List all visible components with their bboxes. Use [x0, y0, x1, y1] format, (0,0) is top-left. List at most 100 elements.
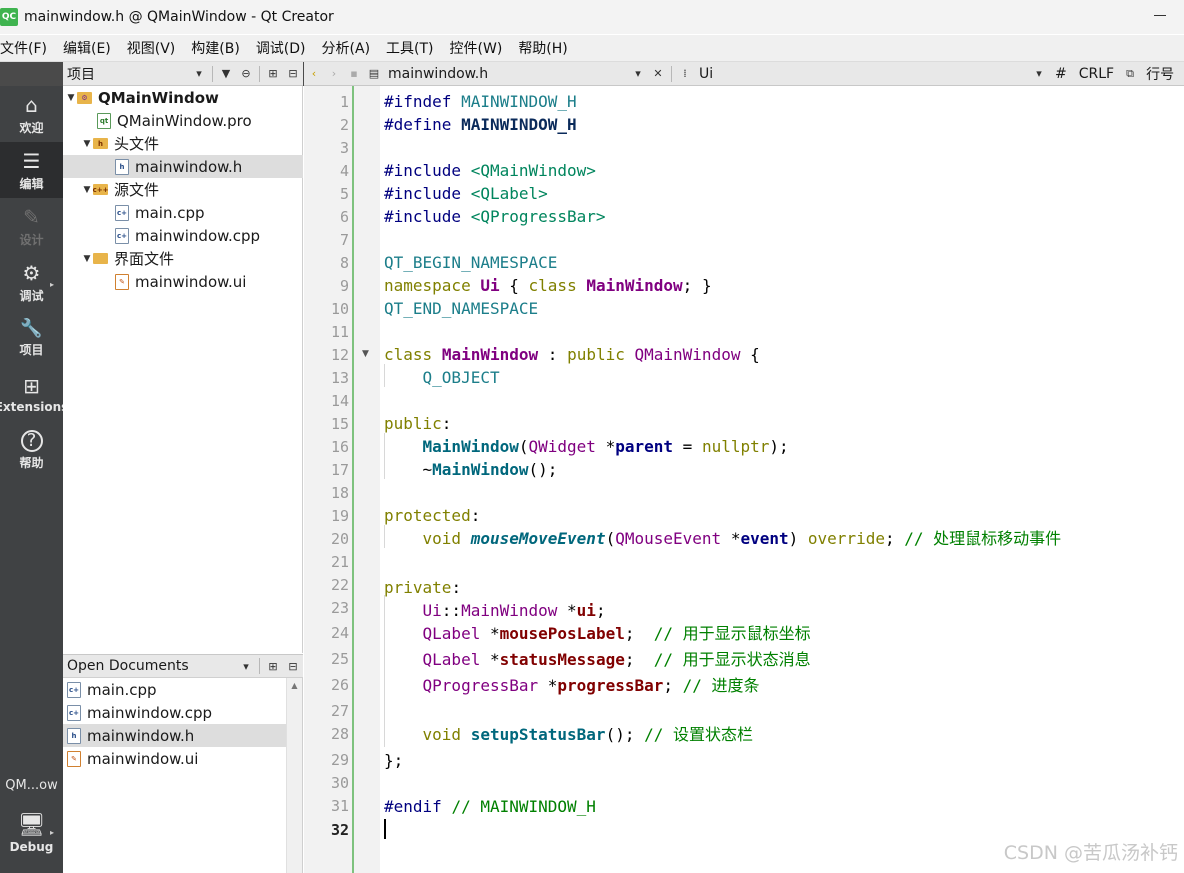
- projects-icon: 🔧: [20, 318, 43, 339]
- close-document-icon[interactable]: ✕: [648, 64, 668, 84]
- cpp-file-icon: c+: [115, 227, 129, 244]
- chevron-down-icon[interactable]: ▼: [65, 93, 77, 103]
- forward-arrow-icon[interactable]: ›: [324, 64, 344, 84]
- current-line-number: 32: [330, 821, 349, 839]
- scroll-up-icon[interactable]: ▲: [287, 681, 302, 690]
- mode-projects[interactable]: 🔧 项目: [0, 310, 63, 366]
- tree-item-main-cpp[interactable]: c+ main.cpp: [63, 201, 303, 224]
- fold-arrow-icon[interactable]: ▼: [362, 349, 369, 359]
- scrollbar[interactable]: ▲: [286, 678, 302, 873]
- tree-item-mainwindow-h[interactable]: h mainwindow.h: [63, 155, 303, 178]
- chevron-down-icon[interactable]: ▼: [81, 254, 93, 264]
- chevron-down-icon[interactable]: ▾: [236, 656, 256, 676]
- close-panel-icon[interactable]: ⊟: [283, 656, 303, 676]
- line-number: 10: [330, 300, 349, 318]
- open-document-item[interactable]: c+ main.cpp: [63, 678, 287, 701]
- close-panel-icon[interactable]: ⊟: [283, 64, 303, 84]
- split-icon[interactable]: ⊞: [263, 656, 283, 676]
- menu-tools[interactable]: 工具(T): [386, 38, 441, 58]
- mode-design[interactable]: ✎ 设计: [0, 198, 63, 254]
- split-editor-icon[interactable]: ⧉: [1120, 64, 1140, 84]
- menu-help[interactable]: 帮助(H): [518, 38, 575, 58]
- line-ending-selector[interactable]: CRLF: [1079, 66, 1114, 82]
- tree-item-mainwindow-ui[interactable]: ✎ mainwindow.ui: [63, 270, 303, 293]
- chevron-down-icon[interactable]: ▼: [81, 185, 93, 195]
- line-number: 30: [330, 774, 349, 792]
- mode-extensions[interactable]: ⊞ Extensions: [0, 366, 68, 422]
- code-line: Ui::MainWindow *ui;: [422, 601, 606, 620]
- document-label: mainwindow.h: [87, 726, 195, 745]
- line-number: 15: [330, 415, 349, 433]
- line-number: 3: [339, 139, 349, 157]
- build-config-selector[interactable]: 🖥 Debug ▸: [0, 798, 63, 868]
- menu-build[interactable]: 构建(B): [191, 38, 248, 58]
- split-icon[interactable]: ⊞: [263, 64, 283, 84]
- code-line: protected:: [384, 506, 481, 525]
- line-number: 14: [330, 392, 349, 410]
- tree-label: 界面文件: [114, 250, 175, 268]
- separator: [212, 65, 213, 82]
- menu-debug[interactable]: 调试(D): [256, 38, 314, 58]
- line-number: 16: [330, 438, 349, 456]
- code-line: QProgressBar *progressBar; // 进度条: [422, 676, 760, 695]
- open-document-item[interactable]: h mainwindow.h: [63, 724, 287, 747]
- tree-label: QMainWindow.pro: [117, 111, 252, 130]
- tree-item-forms[interactable]: ▼ 界面文件: [63, 247, 303, 270]
- document-selector[interactable]: mainwindow.h: [388, 66, 628, 82]
- open-documents-title: Open Documents: [67, 658, 189, 674]
- help-icon: ?: [20, 429, 43, 452]
- symbol-selector[interactable]: Ui: [699, 66, 1029, 82]
- open-document-item[interactable]: ✎ mainwindow.ui: [63, 747, 287, 770]
- mode-label: 设计: [19, 232, 44, 247]
- filter-icon[interactable]: ▼: [216, 64, 236, 84]
- open-document-item[interactable]: c+ mainwindow.cpp: [63, 701, 287, 724]
- chevron-down-icon[interactable]: ▾: [189, 64, 209, 84]
- menu-edit[interactable]: 编辑(E): [63, 38, 119, 58]
- line-column-label[interactable]: 行号: [1146, 64, 1174, 84]
- design-icon: ✎: [23, 204, 40, 229]
- mode-help[interactable]: ? 帮助: [0, 422, 63, 478]
- ui-file-icon: ✎: [115, 273, 129, 290]
- chevron-down-icon[interactable]: ▾: [628, 64, 648, 84]
- chevron-down-icon[interactable]: ▼: [81, 139, 93, 149]
- code-line: private:: [384, 578, 462, 597]
- line-number: 24: [330, 624, 349, 642]
- mode-debug[interactable]: ⚙ 调试 ▸: [0, 254, 63, 310]
- tree-item-project[interactable]: ▼ ⚙ QMainWindow: [63, 86, 303, 109]
- debug-icon: ⚙: [22, 260, 41, 285]
- tree-item-sources[interactable]: ▼ c++ 源文件: [63, 178, 303, 201]
- menu-view[interactable]: 视图(V): [127, 38, 184, 58]
- line-number: 19: [330, 507, 349, 525]
- link-icon[interactable]: ⊖: [236, 64, 256, 84]
- kit-selector[interactable]: QM...ow: [0, 772, 63, 796]
- code-line: QT_BEGIN_NAMESPACE: [384, 253, 558, 272]
- menu-widgets[interactable]: 控件(W): [450, 38, 511, 58]
- tree-label: mainwindow.h: [135, 157, 243, 176]
- code-editor[interactable]: #ifndef MAINWINDOW_H #define MAINWINDOW_…: [380, 86, 1184, 873]
- mode-welcome[interactable]: ⌂ 欢迎: [0, 86, 63, 142]
- text-cursor: [384, 819, 386, 839]
- code-line: ~MainWindow();: [422, 460, 558, 479]
- line-number: 2: [339, 116, 349, 134]
- mode-edit[interactable]: ☰ 编辑: [0, 142, 63, 198]
- mode-label: 调试: [19, 288, 44, 303]
- menu-file[interactable]: 文件(F): [0, 38, 55, 58]
- line-number: 27: [330, 702, 349, 720]
- back-arrow-icon[interactable]: ‹: [304, 64, 324, 84]
- minimize-icon[interactable]: [1154, 15, 1166, 16]
- line-number-gutter: 1 2 3 4 5 6 7 8 9 10 11 12 13 14 15 16 1…: [304, 86, 354, 873]
- separator: [259, 658, 260, 674]
- hash-button[interactable]: #: [1055, 66, 1067, 82]
- menu-analyze[interactable]: 分析(A): [322, 38, 379, 58]
- tree-item-mainwindow-cpp[interactable]: c+ mainwindow.cpp: [63, 224, 303, 247]
- chevron-down-icon[interactable]: ▾: [1029, 64, 1049, 84]
- line-number: 5: [339, 185, 349, 203]
- mode-label: 欢迎: [19, 120, 44, 135]
- toolbar-row: 项目 ▾ ▼ ⊖ ⊞ ⊟ ‹ › ▪ ▤ mainwindow.h ▾ ✕ ⁞ …: [0, 62, 1184, 86]
- tree-item-headers[interactable]: ▼ h 头文件: [63, 132, 303, 155]
- line-number: 18: [330, 484, 349, 502]
- line-number: 28: [330, 725, 349, 743]
- tree-item-pro[interactable]: qt QMainWindow.pro: [63, 109, 303, 132]
- edit-icon: ☰: [22, 148, 41, 173]
- document-label: mainwindow.cpp: [87, 703, 213, 722]
